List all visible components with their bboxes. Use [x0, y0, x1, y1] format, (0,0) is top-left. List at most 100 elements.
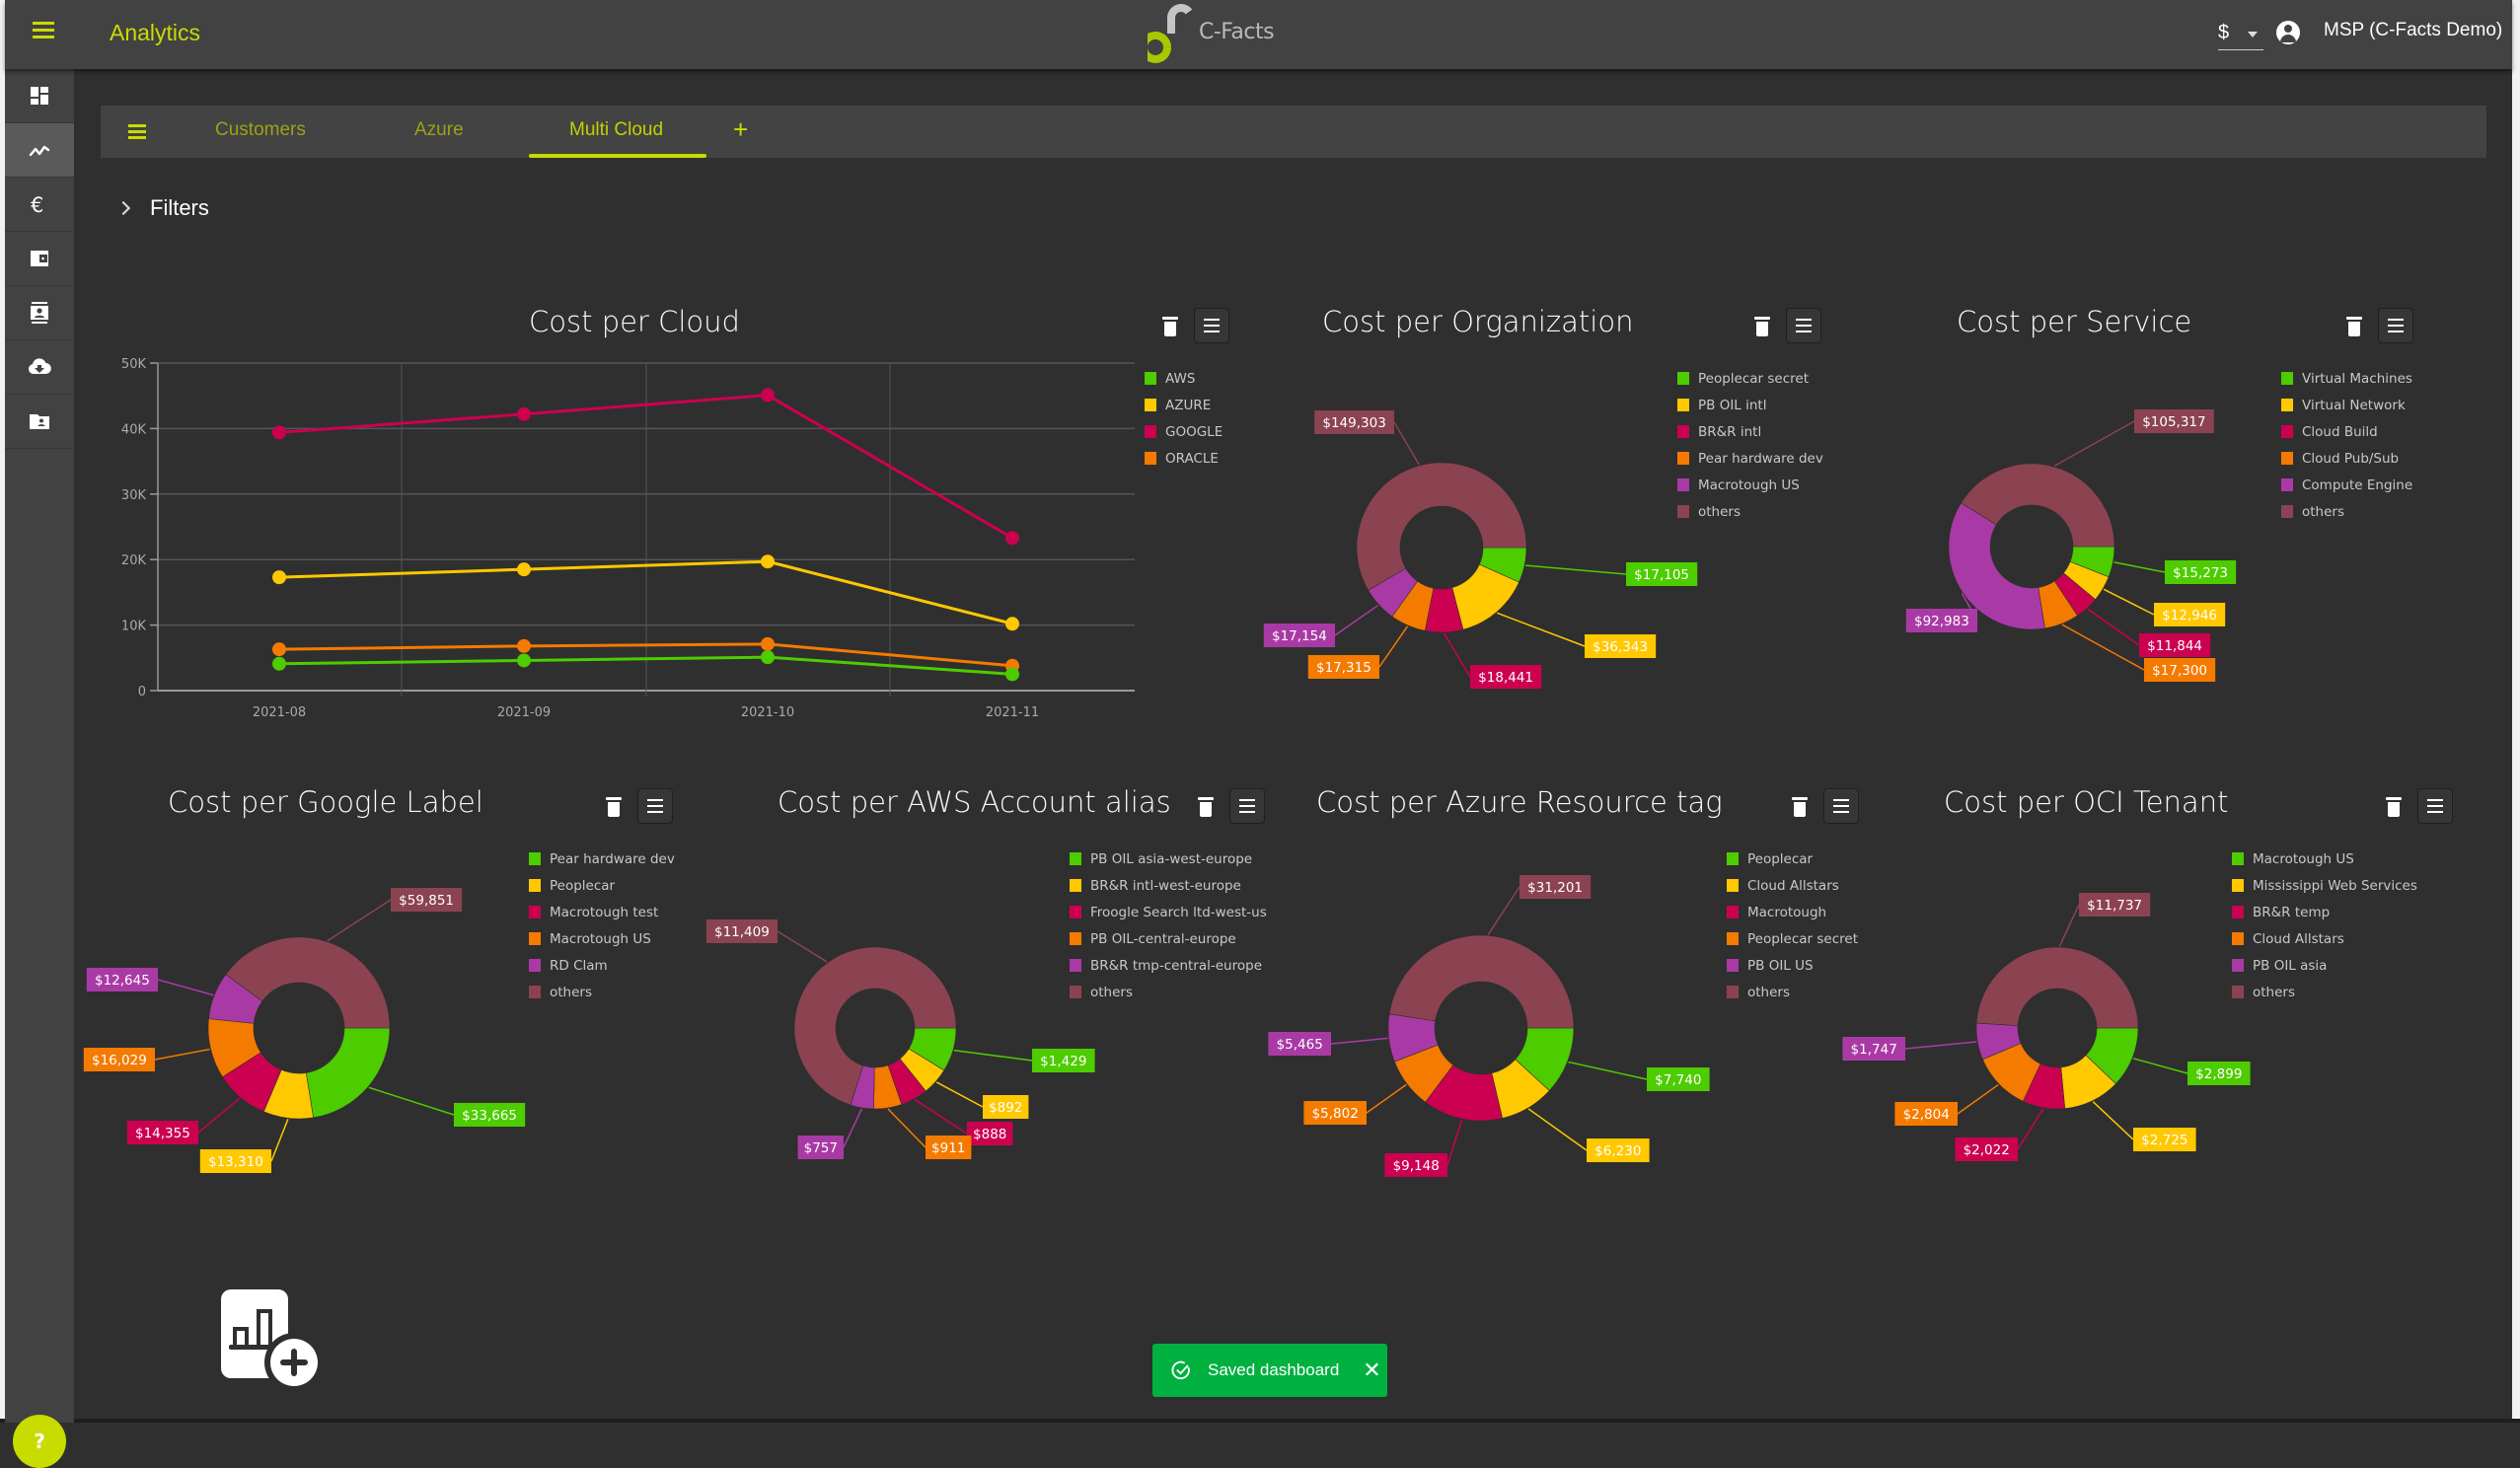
legend-item[interactable]: others	[529, 979, 675, 1005]
data-point-oracle[interactable]	[272, 642, 286, 657]
legend-item[interactable]: others	[1677, 498, 1823, 525]
tabs-menu-icon[interactable]	[128, 124, 146, 139]
donut-slice-macrotough-us[interactable]	[207, 1018, 261, 1078]
cost-per-service-delete-button[interactable]	[2346, 317, 2362, 336]
tab-multi-cloud[interactable]: Multi Cloud	[569, 119, 663, 141]
add-tab-button[interactable]: +	[733, 114, 748, 145]
data-point-google[interactable]	[272, 425, 286, 440]
legend-item[interactable]: BR&R temp	[2232, 899, 2417, 925]
legend-item[interactable]: BR&R tmp-central-europe	[1070, 952, 1267, 979]
cost-per-azure-resource-tag-menu-button[interactable]	[1823, 788, 1859, 824]
data-point-aws[interactable]	[272, 656, 286, 671]
cost-per-google-label-menu-button[interactable]	[637, 788, 673, 824]
legend-item[interactable]: Macrotough test	[529, 899, 675, 925]
legend-item[interactable]: others	[2281, 498, 2412, 525]
donut-slice-virtual-machines[interactable]	[2069, 546, 2115, 578]
donut-slice-froogle-search-ltd-west-us[interactable]	[887, 1058, 926, 1105]
filters-toggle[interactable]: Filters	[115, 195, 209, 221]
sidebar-item-wallet[interactable]	[5, 232, 74, 286]
legend-item[interactable]: Froogle Search ltd-west-us	[1070, 899, 1267, 925]
legend-item[interactable]: Peoplecar	[1727, 845, 1858, 872]
donut-slice-mississippi-web-services[interactable]	[2060, 1055, 2116, 1109]
add-widget-button[interactable]	[219, 1287, 324, 1392]
donut-slice-pb-oil-intl[interactable]	[1451, 563, 1519, 630]
legend-item[interactable]: Virtual Machines	[2281, 365, 2412, 392]
donut-slice-virtual-network[interactable]	[2062, 561, 2110, 601]
legend-item[interactable]: PB OIL intl	[1677, 392, 1823, 418]
sidebar-item-contacts[interactable]	[5, 286, 74, 340]
data-point-azure[interactable]	[517, 562, 531, 577]
donut-slice-pear-hardware-dev[interactable]	[305, 1027, 391, 1119]
donut-slice-peoplecar[interactable]	[262, 1068, 314, 1120]
legend-item[interactable]: Pear hardware dev	[1677, 445, 1823, 472]
account-circle-icon[interactable]	[2276, 21, 2300, 44]
cost-per-azure-resource-tag-delete-button[interactable]	[1792, 797, 1808, 817]
legend-item[interactable]: others	[1070, 979, 1267, 1005]
legend-item[interactable]: BR&R intl	[1677, 418, 1823, 445]
legend-item[interactable]: Macrotough	[1727, 899, 1858, 925]
donut-slice-pb-oil-asia[interactable]	[1975, 1022, 2022, 1061]
legend-item[interactable]: others	[1727, 979, 1858, 1005]
donut-slice-brandr-tmp-central-europe[interactable]	[850, 1064, 875, 1110]
main-menu-icon[interactable]	[33, 22, 54, 39]
legend-item[interactable]: Virtual Network	[2281, 392, 2412, 418]
data-point-google[interactable]	[761, 388, 775, 403]
data-point-azure[interactable]	[272, 570, 286, 585]
sidebar-item-dashboard[interactable]	[5, 69, 74, 123]
legend-item[interactable]: ORACLE	[1145, 445, 1223, 472]
donut-slice-cloud-allstars[interactable]	[1491, 1059, 1550, 1119]
data-point-azure[interactable]	[761, 554, 775, 569]
donut-slice-pb-oil-us[interactable]	[1387, 1013, 1439, 1063]
donut-slice-macrotough-us[interactable]	[2085, 1027, 2139, 1084]
cost-per-oci-tenant-delete-button[interactable]	[2386, 797, 2402, 817]
data-point-azure[interactable]	[1005, 617, 1019, 631]
data-point-oracle[interactable]	[1005, 658, 1019, 673]
data-point-oracle[interactable]	[761, 636, 775, 651]
legend-item[interactable]: Peoplecar secret	[1677, 365, 1823, 392]
cost-per-organization-menu-button[interactable]	[1786, 308, 1821, 343]
donut-slice-others[interactable]	[1388, 934, 1575, 1029]
legend-item[interactable]: AWS	[1145, 365, 1223, 392]
data-point-oracle[interactable]	[517, 638, 531, 653]
legend-item[interactable]: Macrotough US	[1677, 472, 1823, 498]
donut-slice-peoplecar[interactable]	[1515, 1027, 1575, 1091]
legend-item[interactable]: Compute Engine	[2281, 472, 2412, 498]
donut-slice-others[interactable]	[1961, 463, 2115, 548]
donut-slice-brandr-intl[interactable]	[1424, 587, 1464, 633]
legend-item[interactable]: others	[2232, 979, 2417, 1005]
sidebar-item-analytics[interactable]	[5, 123, 74, 178]
legend-item[interactable]: Cloud Build	[2281, 418, 2412, 445]
donut-slice-brandr-temp[interactable]	[2022, 1063, 2066, 1110]
legend-item[interactable]: Mississippi Web Services	[2232, 872, 2417, 899]
donut-slice-macrotough-us[interactable]	[1368, 567, 1418, 618]
donut-slice-macrotough[interactable]	[1425, 1064, 1504, 1122]
cost-per-google-label-delete-button[interactable]	[606, 797, 622, 817]
legend-item[interactable]: PB OIL asia	[2232, 952, 2417, 979]
legend-item[interactable]: PB OIL-central-europe	[1070, 925, 1267, 952]
legend-item[interactable]: Peoplecar secret	[1727, 925, 1858, 952]
legend-item[interactable]: RD Clam	[529, 952, 675, 979]
donut-slice-cloud-build[interactable]	[2053, 572, 2097, 617]
legend-item[interactable]: Cloud Allstars	[2232, 925, 2417, 952]
legend-item[interactable]: GOOGLE	[1145, 418, 1223, 445]
donut-slice-pear-hardware-dev[interactable]	[1391, 580, 1435, 631]
donut-slice-others[interactable]	[793, 946, 957, 1106]
donut-slice-macrotough-test[interactable]	[222, 1052, 282, 1113]
cost-per-oci-tenant-menu-button[interactable]	[2417, 788, 2453, 824]
close-icon[interactable]: ✕	[1363, 1358, 1380, 1383]
donut-slice-cloud-pub-sub[interactable]	[2038, 580, 2078, 629]
legend-item[interactable]: AZURE	[1145, 392, 1223, 418]
donut-slice-others[interactable]	[1975, 946, 2139, 1029]
donut-slice-cloud-allstars[interactable]	[1982, 1043, 2041, 1102]
legend-item[interactable]: Pear hardware dev	[529, 845, 675, 872]
cost-per-cloud-menu-button[interactable]	[1194, 308, 1229, 343]
donut-slice-others[interactable]	[225, 936, 391, 1029]
legend-item[interactable]: PB OIL asia-west-europe	[1070, 845, 1267, 872]
donut-slice-compute-engine[interactable]	[1948, 502, 2045, 630]
currency-select[interactable]: $	[2218, 20, 2263, 50]
legend-item[interactable]: Cloud Allstars	[1727, 872, 1858, 899]
cost-per-organization-delete-button[interactable]	[1754, 317, 1770, 336]
tab-azure[interactable]: Azure	[414, 119, 464, 141]
legend-item[interactable]: PB OIL US	[1727, 952, 1858, 979]
legend-item[interactable]: Macrotough US	[2232, 845, 2417, 872]
